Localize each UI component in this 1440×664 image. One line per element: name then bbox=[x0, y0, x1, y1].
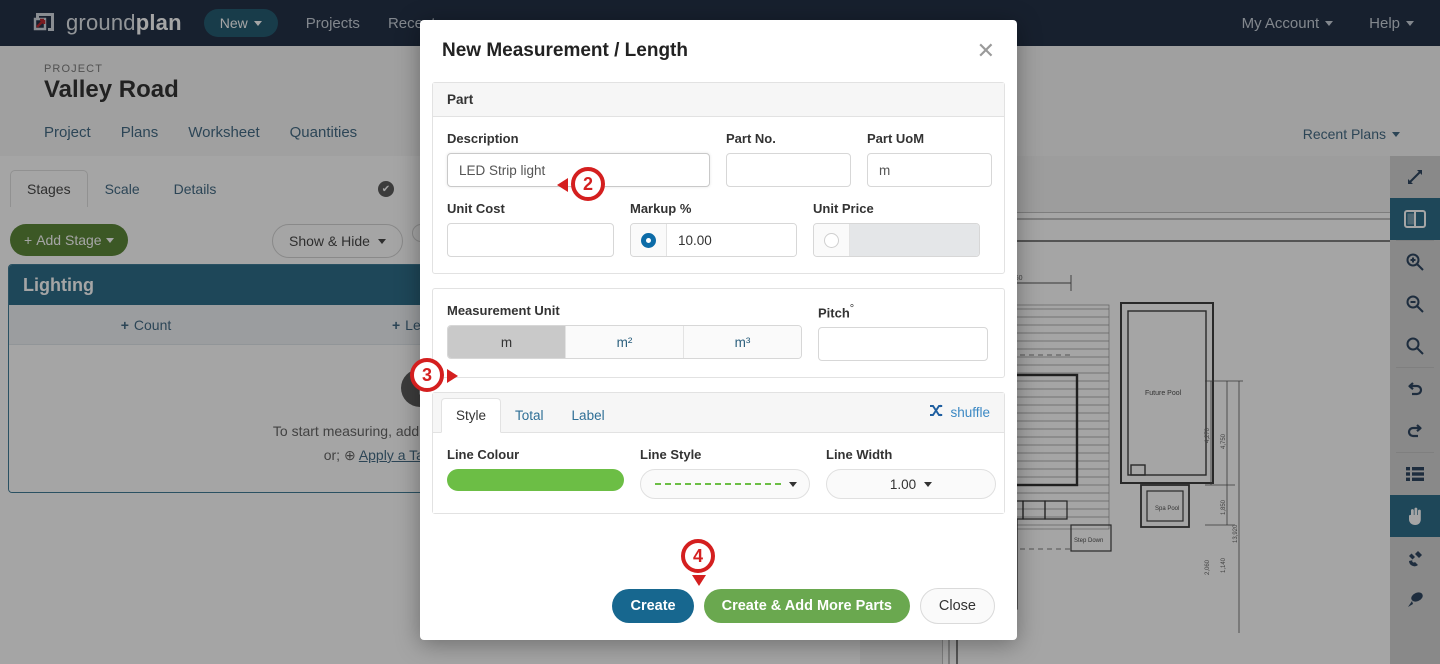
tab-total[interactable]: Total bbox=[501, 399, 558, 432]
new-measurement-modal: New Measurement / Length ✕ Part Descript… bbox=[420, 20, 1017, 640]
style-tabbox: Style Total Label shuffle Line Colour Li… bbox=[432, 392, 1005, 515]
shuffle-button[interactable]: shuffle bbox=[929, 404, 990, 420]
pitch-label: Pitch° bbox=[818, 303, 855, 321]
shuffle-label: shuffle bbox=[950, 404, 990, 420]
line-width-label: Line Width bbox=[826, 447, 893, 463]
dashed-line-preview bbox=[655, 483, 781, 486]
annotation-marker-4: 4 bbox=[681, 539, 715, 586]
part-uom-input[interactable]: m bbox=[867, 153, 992, 187]
line-width-group: Line Width 1.00 bbox=[826, 447, 996, 500]
shuffle-icon bbox=[929, 404, 944, 420]
chevron-down-icon bbox=[789, 481, 797, 487]
description-label: Description bbox=[447, 131, 519, 146]
create-button[interactable]: Create bbox=[612, 589, 694, 623]
unit-option-m3[interactable]: m³ bbox=[684, 326, 801, 358]
part-fields: Description LED Strip light Part No. Par… bbox=[433, 117, 1004, 273]
modal-header: New Measurement / Length ✕ bbox=[420, 20, 1017, 82]
measurement-row: Measurement Unit m m² m³ Pitch° bbox=[447, 303, 990, 362]
part-no-field-group: Part No. bbox=[726, 131, 851, 187]
create-and-add-more-parts-button[interactable]: Create & Add More Parts bbox=[703, 589, 910, 623]
unit-price-radio[interactable] bbox=[814, 224, 850, 256]
markup-input-group: 10.00 bbox=[630, 223, 797, 257]
line-width-value: 1.00 bbox=[889, 476, 917, 492]
app-root: groundplan New Projects Recent My Accoun… bbox=[0, 0, 1440, 664]
modal-footer: Create Create & Add More Parts Close bbox=[420, 588, 1017, 640]
unit-cost-input[interactable] bbox=[447, 223, 614, 257]
style-tabbar: Style Total Label shuffle bbox=[433, 393, 1004, 434]
part-row-2: Unit Cost Markup % 10.00 Unit Price bbox=[447, 201, 990, 257]
unit-cost-field-group: Unit Cost bbox=[447, 201, 614, 257]
line-style-label: Line Style bbox=[640, 447, 702, 463]
measurement-fieldset: Measurement Unit m m² m³ Pitch° bbox=[432, 288, 1005, 379]
part-no-input[interactable] bbox=[726, 153, 851, 187]
line-style-select[interactable] bbox=[640, 469, 810, 500]
pitch-field-group: Pitch° bbox=[818, 303, 988, 362]
modal-title: New Measurement / Length bbox=[442, 40, 688, 61]
unit-price-field-group: Unit Price bbox=[813, 201, 980, 257]
annotation-marker-3: 3 bbox=[410, 358, 458, 392]
unit-cost-label: Unit Cost bbox=[447, 201, 505, 216]
measurement-unit-label: Measurement Unit bbox=[447, 303, 560, 318]
part-legend: Part bbox=[433, 83, 1004, 117]
tab-label[interactable]: Label bbox=[558, 399, 619, 432]
markup-label: Markup % bbox=[630, 201, 692, 216]
part-uom-field-group: Part UoM m bbox=[867, 131, 992, 187]
line-style-group: Line Style bbox=[640, 447, 810, 500]
unit-price-input-group bbox=[813, 223, 980, 257]
degree-symbol: ° bbox=[849, 303, 855, 315]
unit-option-m2[interactable]: m² bbox=[566, 326, 684, 358]
unit-price-input[interactable] bbox=[850, 224, 979, 256]
style-row: Line Colour Line Style Line Width 1.00 bbox=[447, 447, 996, 500]
tab-style[interactable]: Style bbox=[441, 398, 502, 434]
line-colour-swatch[interactable] bbox=[447, 469, 624, 492]
measurement-unit-group: Measurement Unit m m² m³ bbox=[447, 303, 802, 361]
style-tab-content: Line Colour Line Style Line Width 1.00 bbox=[433, 433, 1004, 514]
part-row-1: Description LED Strip light Part No. Par… bbox=[447, 131, 992, 187]
radio-selected-icon bbox=[641, 232, 656, 248]
markup-input[interactable]: 10.00 bbox=[667, 224, 796, 256]
annotation-marker-2: 2 bbox=[557, 167, 605, 201]
measurement-fields: Measurement Unit m m² m³ Pitch° bbox=[433, 289, 1004, 377]
part-no-label: Part No. bbox=[726, 131, 776, 146]
unit-option-m[interactable]: m bbox=[448, 326, 566, 358]
unit-price-label: Unit Price bbox=[813, 201, 874, 216]
part-fieldset: Part Description LED Strip light Part No… bbox=[432, 82, 1005, 274]
line-colour-group: Line Colour bbox=[447, 447, 624, 499]
line-colour-label: Line Colour bbox=[447, 447, 520, 463]
chevron-down-icon bbox=[924, 481, 933, 487]
markup-field-group: Markup % 10.00 bbox=[630, 201, 797, 257]
radio-unselected-icon bbox=[824, 232, 839, 248]
measurement-unit-segmented-control: m m² m³ bbox=[447, 325, 802, 359]
close-button[interactable]: Close bbox=[919, 588, 995, 624]
markup-radio[interactable] bbox=[631, 224, 667, 256]
part-uom-label: Part UoM bbox=[867, 131, 925, 146]
line-width-select[interactable]: 1.00 bbox=[826, 469, 996, 500]
close-icon[interactable]: ✕ bbox=[977, 40, 995, 62]
pitch-input[interactable] bbox=[818, 327, 988, 362]
